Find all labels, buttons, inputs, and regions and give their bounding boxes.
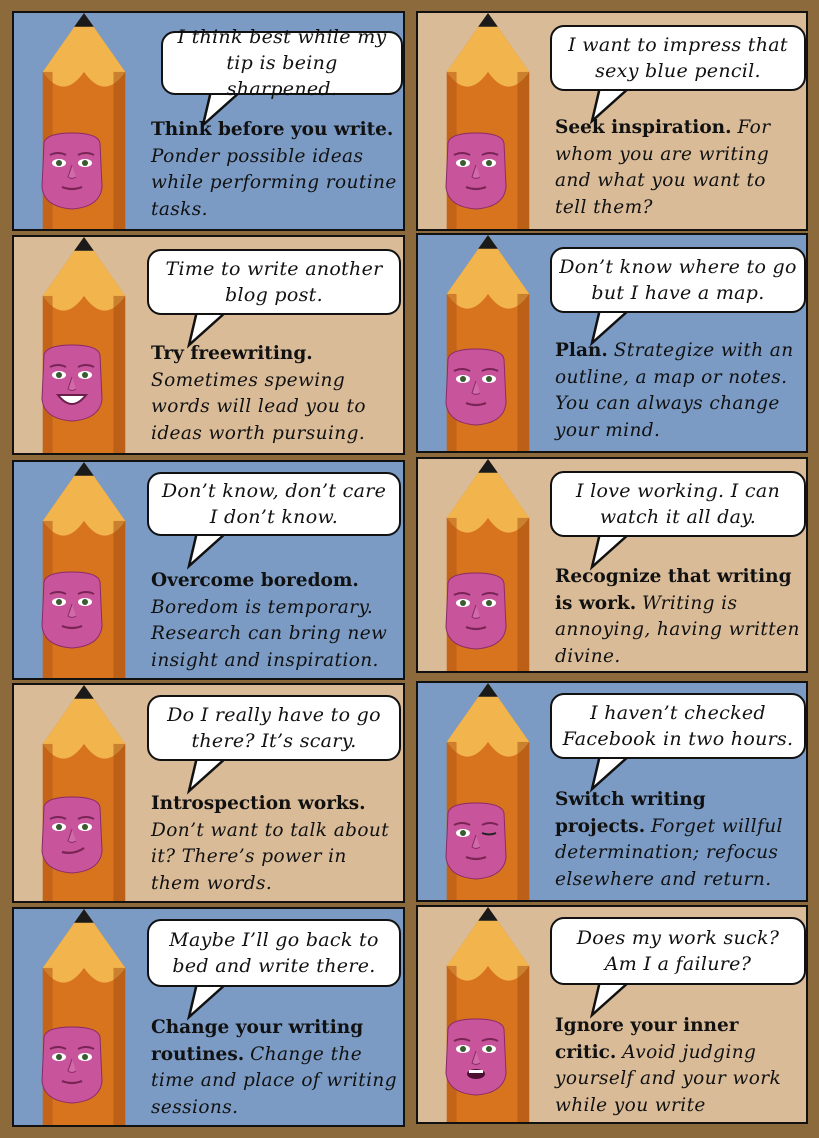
comic-panel: I want to impress that sexy blue pencil.… xyxy=(416,11,808,231)
pencil-face xyxy=(38,570,106,654)
speech-bubble: Don’t know where to go but I have a map. xyxy=(550,247,806,313)
speech-bubble: I love working. I can watch it all day. xyxy=(550,471,806,537)
tip-heading: Seek inspiration. xyxy=(555,117,732,138)
tip-caption: Ignore your inner critic. Avoid judging … xyxy=(555,1013,802,1119)
tip-caption: Seek inspiration. For whom you are writi… xyxy=(555,115,802,221)
speech-bubble: Time to write another blog post. xyxy=(147,249,401,315)
speech-bubble: I want to impress that sexy blue pencil. xyxy=(550,25,806,91)
comic-panel: Time to write another blog post. Try free… xyxy=(12,235,405,455)
comic-panel: I haven’t checked Facebook in two hours.… xyxy=(416,681,808,902)
pencil-face xyxy=(442,1017,510,1101)
comic-panel: I think best while my tip is being sharp… xyxy=(12,11,405,231)
tip-heading: Plan. xyxy=(555,340,608,361)
comic-panel: Don’t know where to go but I have a map.… xyxy=(416,233,808,453)
tip-caption: Overcome boredom. Boredom is temporary. … xyxy=(151,568,399,674)
tip-heading: Think before you write. xyxy=(151,119,394,140)
tip-heading: Overcome boredom. xyxy=(151,570,359,591)
tip-caption: Plan. Strategize with an outline, a map … xyxy=(555,338,802,444)
tip-heading: Introspection works. xyxy=(151,793,366,814)
comic-panel: Don’t know, don’t care I don’t know. Over… xyxy=(12,460,405,680)
pencil-face xyxy=(442,801,510,885)
pencil-face xyxy=(442,571,510,655)
comic-panel: Maybe I’ll go back to bed and write ther… xyxy=(12,907,405,1127)
tip-text: Don’t want to talk about it? There’s pow… xyxy=(151,819,390,894)
speech-bubble: Does my work suck? Am I a failure? xyxy=(550,917,806,985)
speech-bubble: I haven’t checked Facebook in two hours. xyxy=(550,693,806,759)
speech-bubble: I think best while my tip is being sharp… xyxy=(161,26,403,100)
pencil-face xyxy=(38,343,106,427)
tip-text: Ponder possible ideas while performing r… xyxy=(151,145,397,220)
pencil-face xyxy=(442,347,510,431)
pencil-face xyxy=(38,1025,106,1109)
pencil-face xyxy=(38,131,106,215)
comic-page: I think best while my tip is being sharp… xyxy=(0,0,819,1138)
comic-panel: Does my work suck? Am I a failure? Ignore… xyxy=(416,905,808,1124)
tip-text: Sometimes spewing words will lead you to… xyxy=(151,369,366,444)
speech-bubble: Don’t know, don’t care I don’t know. xyxy=(147,472,401,536)
tip-caption: Recognize that writing is work. Writing … xyxy=(555,564,802,670)
tip-caption: Think before you write. Ponder possible … xyxy=(151,117,399,223)
pencil-face xyxy=(442,131,510,215)
tip-text: Boredom is temporary. Research can bring… xyxy=(151,596,388,671)
speech-bubble: Do I really have to go there? It’s scary… xyxy=(147,695,401,761)
tip-heading: Try freewriting. xyxy=(151,343,313,364)
tip-caption: Introspection works. Don’t want to talk … xyxy=(151,791,399,897)
pencil-face xyxy=(38,795,106,879)
speech-bubble: Maybe I’ll go back to bed and write ther… xyxy=(147,919,401,987)
comic-panel: Do I really have to go there? It’s scary… xyxy=(12,683,405,903)
tip-caption: Try freewriting. Sometimes spewing words… xyxy=(151,341,399,447)
comic-panel: I love working. I can watch it all day. R… xyxy=(416,457,808,673)
tip-caption: Switch writing projects. Forget willful … xyxy=(555,787,802,893)
tip-caption: Change your writing routines. Change the… xyxy=(151,1015,399,1121)
